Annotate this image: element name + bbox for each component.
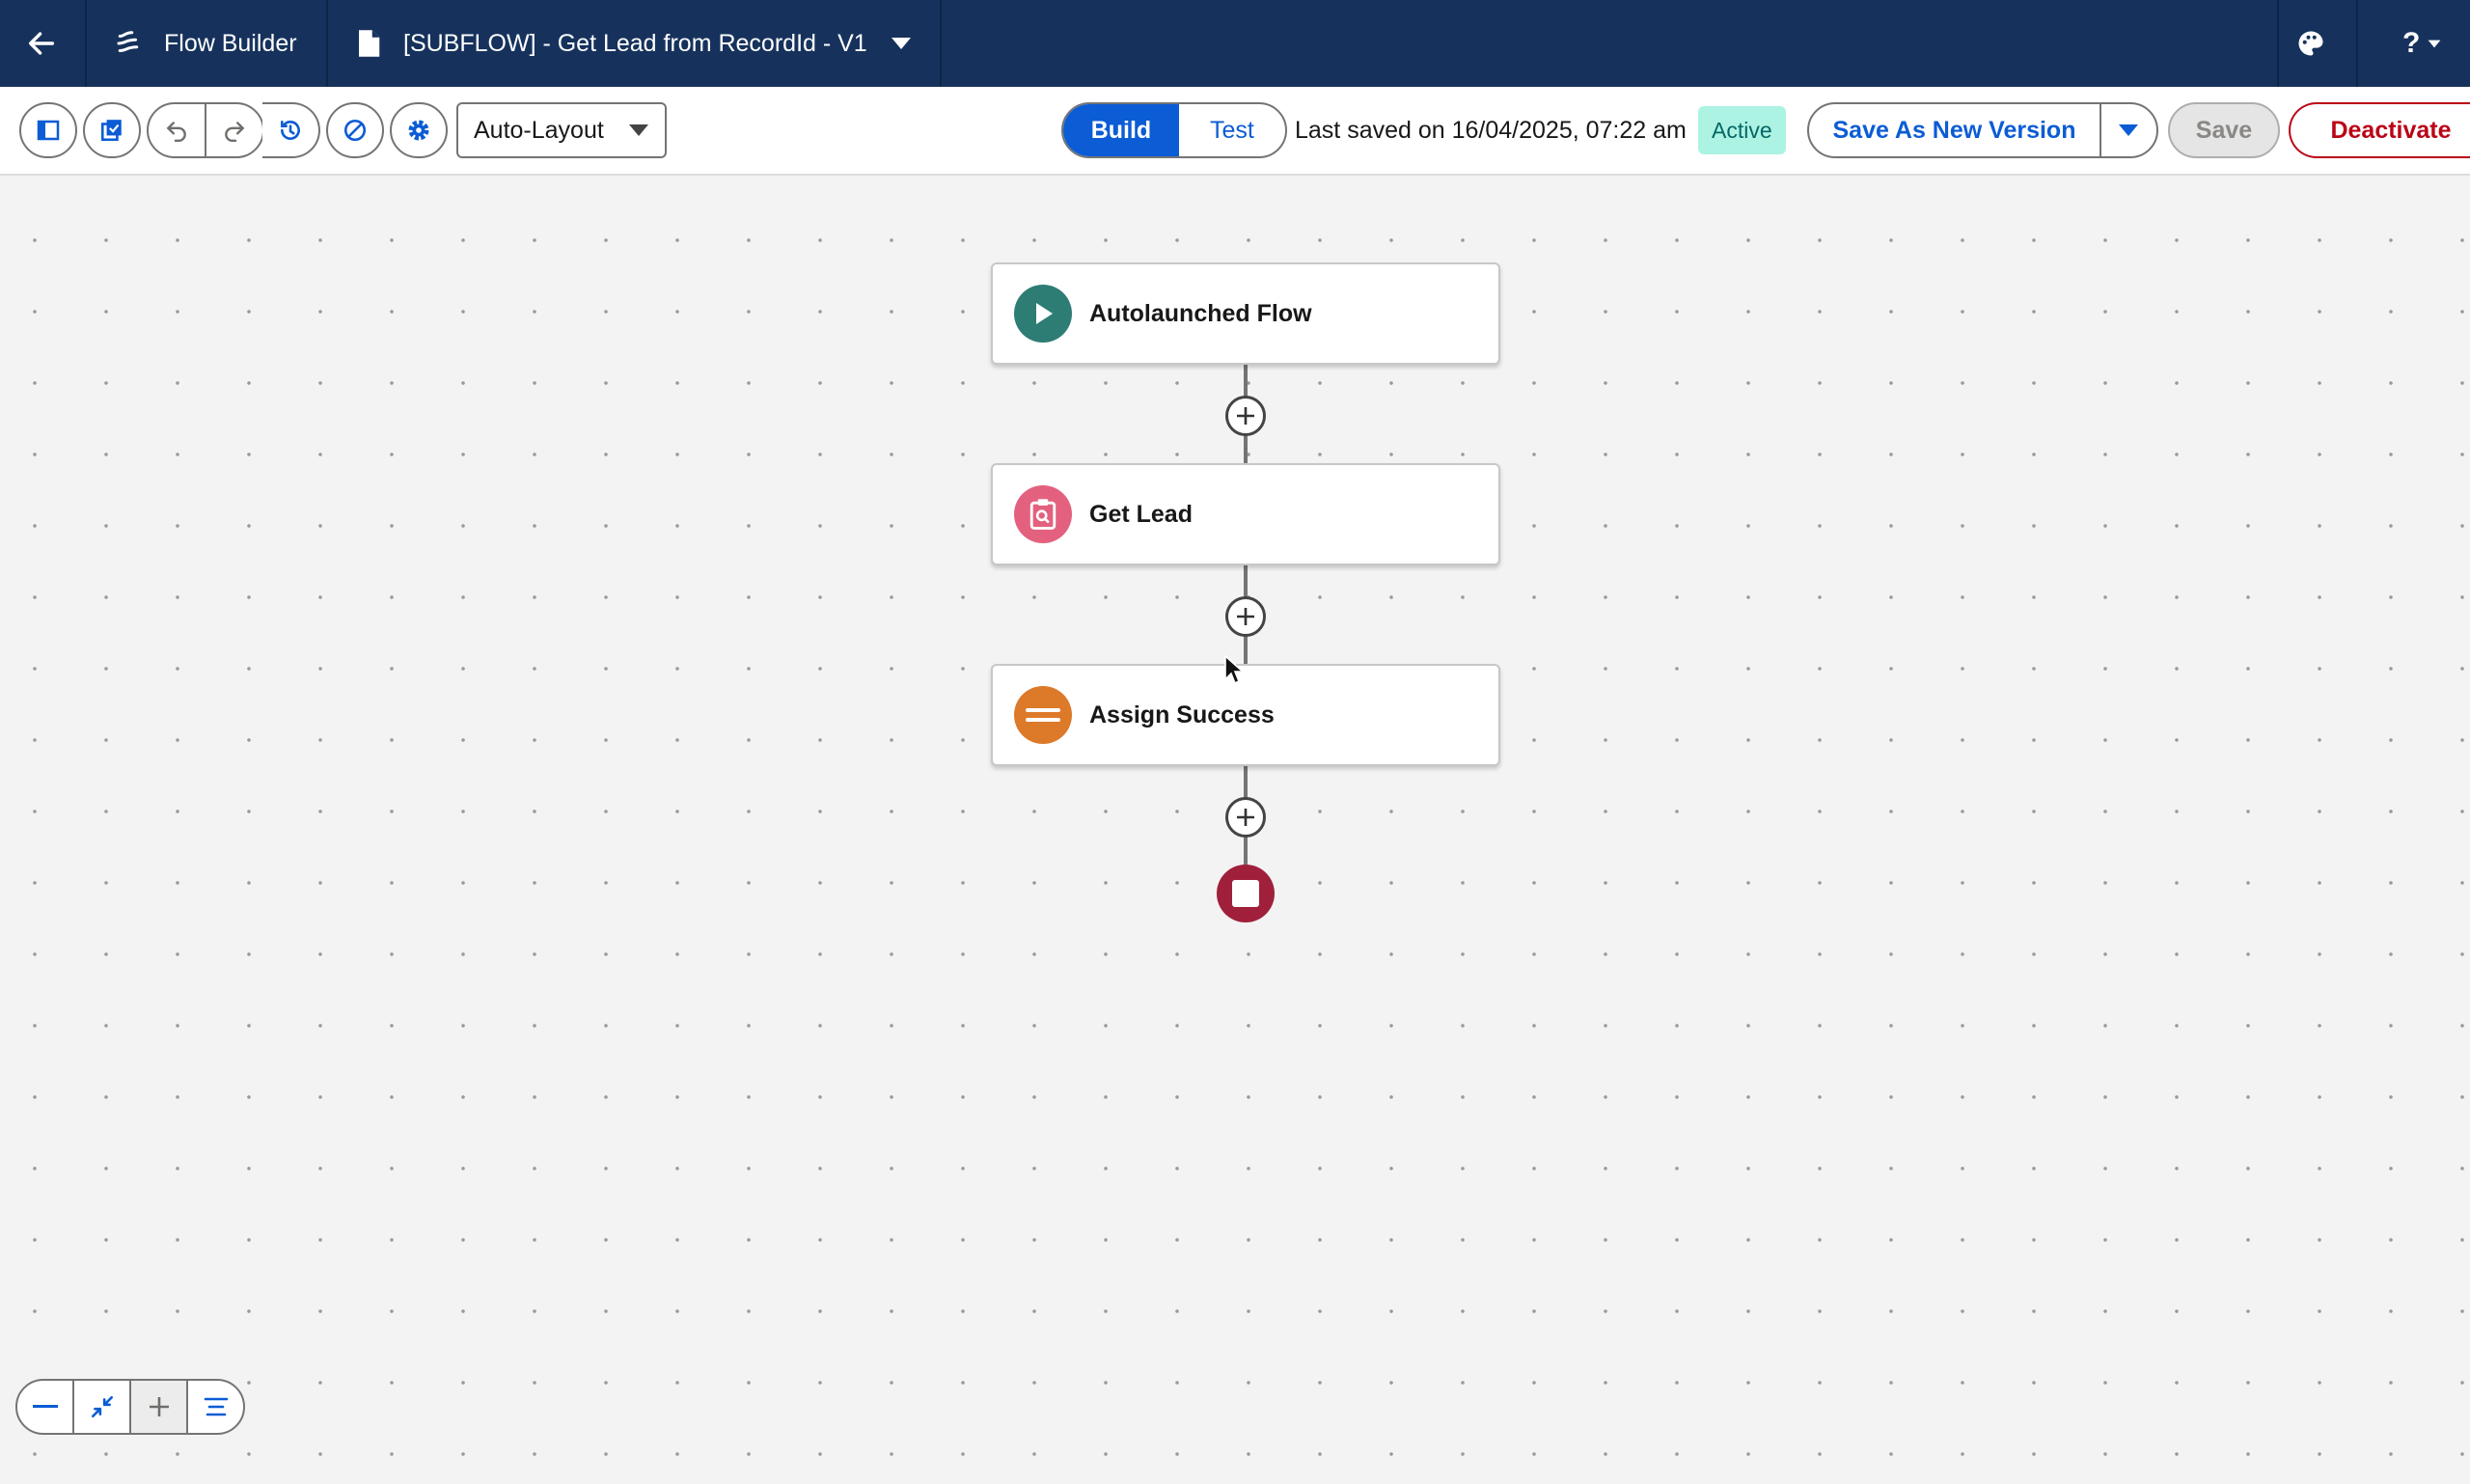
copy-icon — [100, 120, 122, 142]
back-arrow-icon — [28, 32, 55, 55]
last-saved-text: Last saved on 16/04/2025, 07:22 am — [1295, 117, 1687, 144]
errors-button[interactable] — [326, 102, 384, 158]
undo-button[interactable] — [149, 104, 206, 156]
save-button[interactable]: Save — [2168, 102, 2280, 158]
deactivate-label: Deactivate — [2330, 116, 2452, 144]
contract-icon — [91, 1395, 113, 1418]
settings-button[interactable] — [390, 102, 448, 158]
flow-toolbar: Auto-Layout Build Test Last saved on 16/… — [0, 87, 2470, 176]
layout-select-value: Auto-Layout — [474, 116, 604, 144]
panel-icon — [37, 120, 60, 141]
tab-test[interactable]: Test — [1179, 104, 1285, 156]
gear-icon — [408, 120, 429, 141]
divider — [2356, 0, 2358, 87]
add-element-button[interactable] — [1225, 797, 1266, 838]
flow-name-menu[interactable]: [SUBFLOW] - Get Lead from RecordId - V1 — [355, 0, 912, 87]
flow-node-get-lead[interactable]: Get Lead — [991, 463, 1500, 565]
undo-redo-group — [147, 102, 264, 158]
undo-icon — [166, 122, 186, 143]
divider — [85, 0, 87, 87]
flow-builder-logo: Flow Builder — [114, 0, 297, 87]
plus-icon — [1237, 809, 1254, 826]
add-element-button[interactable] — [1225, 596, 1266, 637]
auto-layout-button[interactable] — [188, 1381, 243, 1433]
history-button[interactable] — [262, 102, 320, 158]
chevron-down-icon — [891, 38, 911, 49]
flow-canvas[interactable]: Autolaunched Flow Get Lead Assign Succes… — [0, 176, 2470, 1484]
flow-name: [SUBFLOW] - Get Lead from RecordId - V1 — [403, 29, 867, 57]
cursor-icon — [1224, 654, 1245, 685]
minus-icon — [32, 1405, 58, 1408]
deactivate-button[interactable]: Deactivate — [2289, 102, 2470, 158]
status-badge: Active — [1698, 106, 1786, 154]
divider — [940, 0, 942, 87]
play-icon — [1014, 285, 1072, 343]
history-icon — [281, 121, 300, 140]
record-lookup-icon — [1014, 485, 1072, 543]
save-options-button[interactable] — [2101, 104, 2156, 156]
save-as-new-version-label: Save As New Version — [1832, 116, 2076, 144]
align-icon — [204, 1397, 228, 1416]
assignment-icon — [1014, 686, 1072, 744]
save-as-group: Save As New Version — [1807, 102, 2158, 158]
app-header: Flow Builder [SUBFLOW] - Get Lead from R… — [0, 0, 2470, 87]
zoom-out-button[interactable] — [17, 1381, 74, 1433]
zoom-controls — [15, 1379, 245, 1435]
theme-button[interactable] — [2296, 0, 2325, 87]
flow-node-start[interactable]: Autolaunched Flow — [991, 262, 1500, 365]
help-icon: ? — [2402, 27, 2421, 59]
chevron-down-icon — [2428, 40, 2441, 47]
redo-button[interactable] — [206, 104, 262, 156]
toggle-toolbox-button[interactable] — [19, 102, 77, 158]
chevron-down-icon — [629, 124, 648, 136]
help-menu[interactable]: ? — [2402, 0, 2441, 87]
plus-icon — [1237, 608, 1254, 625]
palette-icon — [2298, 31, 2323, 56]
copy-button[interactable] — [83, 102, 141, 158]
plus-icon — [149, 1397, 169, 1416]
tab-build[interactable]: Build — [1063, 104, 1179, 156]
divider — [2277, 0, 2279, 87]
flow-icon — [117, 31, 139, 52]
zoom-in-button[interactable] — [131, 1381, 188, 1433]
node-label: Assign Success — [1089, 701, 1275, 728]
save-as-new-version-button[interactable]: Save As New Version — [1809, 104, 2101, 156]
flow-node-assign-success[interactable]: Assign Success — [991, 664, 1500, 766]
add-element-button[interactable] — [1225, 396, 1266, 436]
plus-icon — [1237, 407, 1254, 425]
build-test-toggle: Build Test — [1061, 102, 1287, 158]
app-title: Flow Builder — [164, 29, 297, 57]
save-label: Save — [2195, 116, 2253, 144]
back-button[interactable] — [25, 0, 58, 87]
tab-test-label: Test — [1210, 116, 1254, 144]
stop-icon — [1232, 880, 1259, 907]
node-label: Get Lead — [1089, 500, 1193, 528]
ban-icon — [343, 119, 367, 142]
fit-view-button[interactable] — [74, 1381, 131, 1433]
flow-end-node[interactable] — [1217, 865, 1275, 922]
document-icon — [359, 30, 380, 57]
layout-select[interactable]: Auto-Layout — [456, 102, 667, 158]
node-label: Autolaunched Flow — [1089, 299, 1312, 327]
redo-icon — [225, 122, 245, 143]
chevron-down-icon — [2119, 124, 2139, 136]
divider — [326, 0, 328, 87]
tab-build-label: Build — [1090, 116, 1152, 144]
